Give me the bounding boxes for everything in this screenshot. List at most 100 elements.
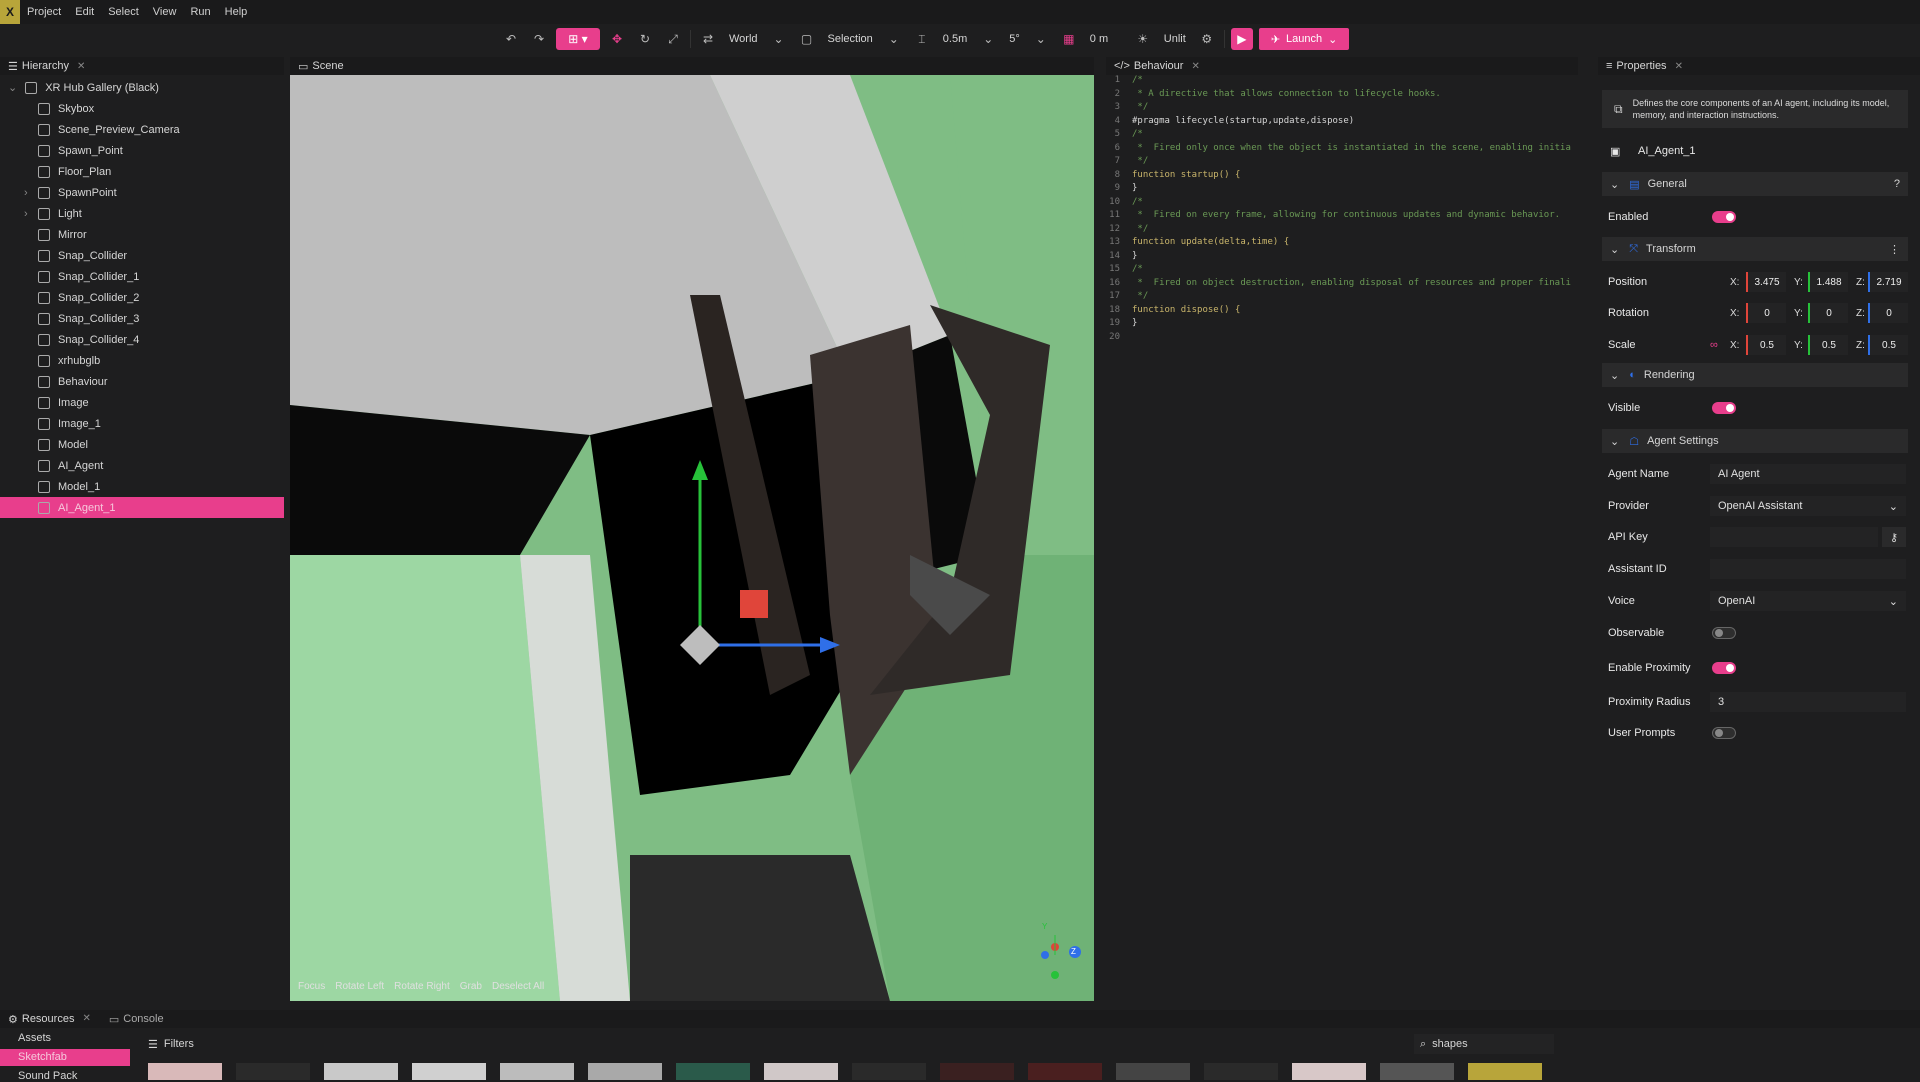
more-icon[interactable]: ⋮ bbox=[1889, 243, 1900, 256]
code-line[interactable]: 18 function dispose() { bbox=[1106, 305, 1578, 319]
search-box[interactable]: ⌕ shapes bbox=[1414, 1034, 1554, 1054]
move-tool-icon[interactable]: ✥ bbox=[606, 28, 628, 50]
object-name[interactable]: AI_Agent_1 bbox=[1638, 145, 1696, 157]
chevron-down-icon[interactable]: ⌄ bbox=[1610, 178, 1619, 191]
snap-icon[interactable]: ⌶ bbox=[911, 28, 933, 50]
hierarchy-item[interactable]: Snap_Collider_1 bbox=[0, 266, 284, 287]
scale-x[interactable]: 0.5 bbox=[1746, 335, 1786, 355]
lighting-mode-select[interactable]: Unlit bbox=[1160, 33, 1190, 45]
asset-thumbnail[interactable] bbox=[324, 1063, 398, 1080]
hierarchy-item[interactable]: › SpawnPoint bbox=[0, 182, 284, 203]
asset-thumbnail[interactable] bbox=[1028, 1063, 1102, 1080]
angle-snap-select[interactable]: 5° bbox=[1005, 33, 1024, 45]
grid-icon[interactable]: ▦ bbox=[1058, 28, 1080, 50]
agent-name-input[interactable]: AI Agent bbox=[1710, 464, 1906, 484]
code-line[interactable]: 12 */ bbox=[1106, 224, 1578, 238]
code-line[interactable]: 20 bbox=[1106, 332, 1578, 346]
redo-icon[interactable]: ↷ bbox=[528, 28, 550, 50]
chevron-down-icon[interactable]: ⌄ bbox=[1030, 28, 1052, 50]
code-line[interactable]: 17 */ bbox=[1106, 291, 1578, 305]
scale-tool-icon[interactable]: ⤢ bbox=[662, 28, 684, 50]
rotation-x[interactable]: 0 bbox=[1746, 303, 1786, 323]
chevron-right-icon[interactable]: › bbox=[24, 208, 38, 220]
asset-thumbnail[interactable] bbox=[1468, 1063, 1542, 1080]
chevron-down-icon[interactable]: ⌄ bbox=[768, 28, 790, 50]
resources-nav-sound-pack[interactable]: Sound Pack bbox=[18, 1070, 77, 1082]
asset-thumbnail[interactable] bbox=[412, 1063, 486, 1080]
hierarchy-item[interactable]: › Light bbox=[0, 203, 284, 224]
asset-thumbnail[interactable] bbox=[588, 1063, 662, 1080]
asset-thumbnail[interactable] bbox=[236, 1063, 310, 1080]
observable-toggle[interactable] bbox=[1712, 627, 1736, 639]
selection-mode-select[interactable]: Selection bbox=[824, 33, 877, 45]
hierarchy-item[interactable]: Skybox bbox=[0, 98, 284, 119]
chevron-down-icon[interactable]: ⌄ bbox=[977, 28, 999, 50]
lock-icon[interactable]: ▣ bbox=[1610, 145, 1620, 158]
scene-viewport[interactable]: Y Z Focus Rotate Left Rotate Right Grab … bbox=[290, 75, 1094, 1001]
close-icon[interactable]: ✕ bbox=[77, 61, 85, 72]
link-icon[interactable]: ∞ bbox=[1710, 339, 1718, 351]
hierarchy-item[interactable]: Snap_Collider_3 bbox=[0, 308, 284, 329]
asset-thumbnail[interactable] bbox=[764, 1063, 838, 1080]
section-transform[interactable]: ⌄ ⤧ Transform ⋮ bbox=[1602, 237, 1908, 261]
menu-help[interactable]: Help bbox=[218, 0, 255, 24]
app-logo[interactable]: X bbox=[0, 0, 20, 24]
hierarchy-item[interactable]: Image_1 bbox=[0, 413, 284, 434]
proximity-radius-input[interactable]: 3 bbox=[1710, 692, 1906, 712]
position-z[interactable]: 2.719 bbox=[1868, 272, 1908, 292]
code-line[interactable]: 15 /* bbox=[1106, 264, 1578, 278]
section-general[interactable]: ⌄ ▤ General ? bbox=[1602, 172, 1908, 196]
hierarchy-item[interactable]: Snap_Collider bbox=[0, 245, 284, 266]
rotation-y[interactable]: 0 bbox=[1808, 303, 1848, 323]
asset-thumbnail[interactable] bbox=[1204, 1063, 1278, 1080]
chevron-right-icon[interactable]: › bbox=[24, 187, 38, 199]
chevron-down-icon[interactable]: ⌄ bbox=[1610, 435, 1619, 448]
chevron-down-icon[interactable]: ⌄ bbox=[8, 81, 17, 94]
api-key-input[interactable] bbox=[1710, 527, 1878, 547]
code-line[interactable]: 14} bbox=[1106, 251, 1578, 265]
asset-thumbnail[interactable] bbox=[1380, 1063, 1454, 1080]
close-icon[interactable]: ✕ bbox=[1675, 61, 1683, 72]
resources-nav-assets[interactable]: Assets bbox=[18, 1032, 51, 1044]
position-y[interactable]: 1.488 bbox=[1808, 272, 1848, 292]
code-line[interactable]: 19} bbox=[1106, 318, 1578, 332]
code-line[interactable]: 4 #pragma lifecycle(startup,update,dispos… bbox=[1106, 116, 1578, 130]
code-line[interactable]: 13 function update(delta,time) { bbox=[1106, 237, 1578, 251]
tree-root[interactable]: ⌄ XR Hub Gallery (Black) bbox=[0, 77, 284, 98]
close-icon[interactable]: ✕ bbox=[82, 1013, 90, 1026]
provider-select[interactable]: OpenAI Assistant ⌄ bbox=[1710, 496, 1906, 516]
voice-select[interactable]: OpenAI ⌄ bbox=[1710, 591, 1906, 611]
asset-thumbnail[interactable] bbox=[676, 1063, 750, 1080]
close-icon[interactable]: ✕ bbox=[1191, 61, 1199, 72]
code-line[interactable]: 3 */ bbox=[1106, 102, 1578, 116]
menu-project[interactable]: Project bbox=[20, 0, 68, 24]
asset-thumbnail[interactable] bbox=[940, 1063, 1014, 1080]
settings-gear-icon[interactable]: ⚙ bbox=[1196, 28, 1218, 50]
undo-icon[interactable]: ↶ bbox=[500, 28, 522, 50]
code-line[interactable]: 6 * Fired only once when the object is i… bbox=[1106, 143, 1578, 157]
lighting-icon[interactable]: ☀ bbox=[1132, 28, 1154, 50]
code-line[interactable]: 8 function startup() { bbox=[1106, 170, 1578, 184]
user-prompts-toggle[interactable] bbox=[1712, 727, 1736, 739]
code-line[interactable]: 11 * Fired on every frame, allowing for … bbox=[1106, 210, 1578, 224]
hierarchy-item[interactable]: Scene_Preview_Camera bbox=[0, 119, 284, 140]
asset-thumbnail[interactable] bbox=[1292, 1063, 1366, 1080]
hierarchy-item[interactable]: AI_Agent_1 bbox=[0, 497, 284, 518]
enabled-toggle[interactable] bbox=[1712, 211, 1736, 223]
code-line[interactable]: 5 /* bbox=[1106, 129, 1578, 143]
visible-toggle[interactable] bbox=[1712, 402, 1736, 414]
selection-box-icon[interactable]: ▢ bbox=[796, 28, 818, 50]
position-x[interactable]: 3.475 bbox=[1746, 272, 1786, 292]
code-editor[interactable]: 1 /* 2 * A directive that allows connectio… bbox=[1106, 75, 1578, 1001]
hierarchy-item[interactable]: AI_Agent bbox=[0, 455, 284, 476]
asset-thumbnail[interactable] bbox=[1116, 1063, 1190, 1080]
help-icon[interactable]: ? bbox=[1894, 178, 1900, 190]
chevron-down-icon[interactable]: ⌄ bbox=[1610, 243, 1619, 256]
hierarchy-item[interactable]: Snap_Collider_2 bbox=[0, 287, 284, 308]
rotate-tool-icon[interactable]: ↻ bbox=[634, 28, 656, 50]
hierarchy-tab[interactable]: ☰ Hierarchy ✕ bbox=[0, 57, 284, 75]
code-line[interactable]: 7 */ bbox=[1106, 156, 1578, 170]
assistant-id-input[interactable] bbox=[1710, 559, 1906, 579]
console-tab[interactable]: ▭ Console bbox=[109, 1013, 164, 1026]
code-line[interactable]: 1 /* bbox=[1106, 75, 1578, 89]
